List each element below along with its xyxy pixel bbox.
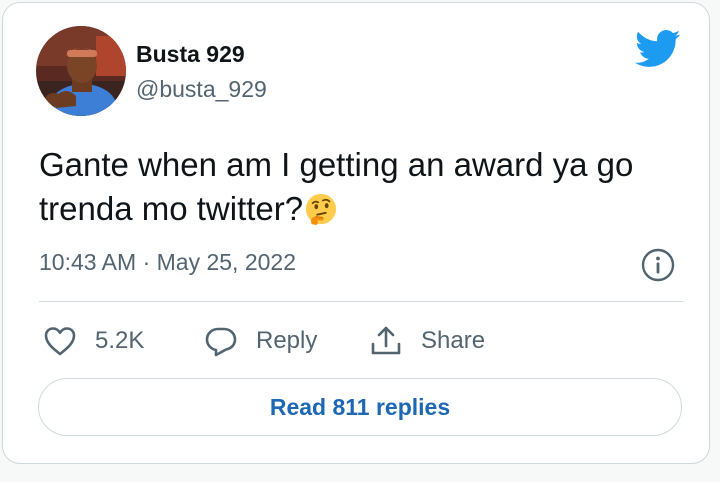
tweet-timestamp[interactable]: 10:43 AM · May 25, 2022 bbox=[39, 249, 296, 276]
tweet-text: Gante when am I getting an award ya go t… bbox=[39, 143, 679, 231]
tweet-card[interactable]: Busta 929 @busta_929 Gante when am I get… bbox=[2, 2, 710, 464]
author-handle[interactable]: @busta_929 bbox=[136, 76, 267, 103]
read-replies-button[interactable]: Read 811 replies bbox=[38, 378, 682, 436]
share-icon bbox=[369, 325, 403, 357]
heart-icon bbox=[43, 325, 77, 357]
reply-label: Reply bbox=[256, 327, 318, 354]
share-label: Share bbox=[421, 327, 486, 354]
reply-bubble-icon bbox=[204, 325, 238, 357]
divider bbox=[39, 301, 683, 302]
thinking-face-emoji bbox=[304, 192, 338, 226]
reply-button[interactable]: Reply bbox=[204, 323, 317, 359]
avatar[interactable] bbox=[36, 26, 126, 116]
author-name[interactable]: Busta 929 bbox=[136, 41, 245, 68]
like-count: 5.2K bbox=[95, 327, 145, 354]
twitter-bird-icon[interactable] bbox=[635, 29, 681, 69]
share-button[interactable]: Share bbox=[369, 323, 485, 359]
like-button[interactable]: 5.2K bbox=[43, 323, 144, 359]
info-icon[interactable] bbox=[641, 248, 675, 282]
